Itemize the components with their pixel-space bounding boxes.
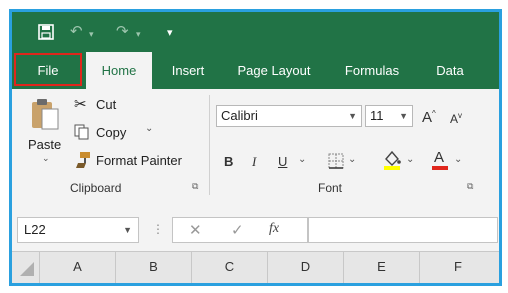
tab-formulas[interactable]: Formulas — [332, 52, 412, 89]
enter-icon[interactable]: ✓ — [231, 221, 244, 239]
font-size-select[interactable]: 11 ▼ — [365, 105, 413, 127]
borders-dropdown-icon[interactable]: ⌄ — [348, 151, 356, 169]
format-painter-icon[interactable] — [74, 151, 92, 174]
ribbon-tabs: File Home Insert Page Layout Formulas Da… — [12, 52, 499, 89]
formula-bar-grip-icon[interactable]: ⋮ — [152, 222, 164, 236]
customize-qat-icon[interactable]: ▾ — [167, 23, 173, 43]
cut-button[interactable]: Cut — [96, 97, 116, 112]
underline-button[interactable]: U — [278, 153, 287, 171]
font-size-dropdown-icon[interactable]: ▼ — [399, 106, 408, 126]
column-header-a[interactable]: A — [40, 252, 116, 283]
redo-icon[interactable]: ↷ — [116, 22, 129, 42]
paste-dropdown-icon[interactable]: ⌄ — [42, 153, 50, 164]
font-dialog-launcher-icon[interactable]: ⧉ — [467, 181, 473, 192]
underline-dropdown-icon[interactable]: ⌄ — [298, 151, 306, 169]
formula-bar: L22 ▼ ⋮ ✕ ✓ fx — [12, 209, 499, 251]
redo-dropdown-icon[interactable]: ▾ — [136, 24, 141, 44]
cancel-icon[interactable]: ✕ — [189, 221, 202, 239]
formula-input[interactable] — [308, 217, 498, 243]
cut-icon[interactable]: ✂ — [74, 95, 87, 113]
ribbon: Paste ⌄ ✂ Cut Copy ⌄ Format Painter Clip… — [12, 89, 499, 210]
undo-icon[interactable]: ↶ — [70, 22, 83, 42]
title-bar: ↶ ▾ ↷ ▾ ▾ — [12, 12, 499, 52]
font-group-label: Font — [318, 181, 343, 195]
font-name-select[interactable]: Calibri ▼ — [216, 105, 362, 127]
bold-button[interactable]: B — [224, 153, 233, 171]
column-header-b[interactable]: B — [116, 252, 192, 283]
name-box[interactable]: L22 ▼ — [17, 217, 139, 243]
select-all-button[interactable] — [12, 252, 40, 283]
clipboard-dialog-launcher-icon[interactable]: ⧉ — [192, 181, 198, 192]
name-box-dropdown-icon[interactable]: ▼ — [123, 218, 132, 242]
fill-color-icon[interactable] — [382, 149, 402, 176]
group-divider — [209, 95, 210, 195]
insert-function-button[interactable]: fx — [269, 221, 279, 237]
column-header-e[interactable]: E — [344, 252, 420, 283]
increase-font-size-button[interactable]: A^ — [422, 105, 436, 127]
tab-page-layout[interactable]: Page Layout — [224, 52, 324, 89]
column-headers: A B C D E F — [12, 251, 499, 283]
borders-icon[interactable] — [328, 153, 344, 174]
formula-buttons: ✕ ✓ fx — [172, 217, 308, 243]
fill-color-dropdown-icon[interactable]: ⌄ — [406, 151, 414, 169]
paste-button[interactable]: Paste — [28, 137, 61, 152]
file-tab-highlight — [14, 53, 82, 86]
italic-button[interactable]: I — [252, 153, 256, 171]
column-header-c[interactable]: C — [192, 252, 268, 283]
column-header-f[interactable]: F — [420, 252, 496, 283]
format-painter-button[interactable]: Format Painter — [96, 153, 182, 168]
paste-icon[interactable] — [30, 97, 60, 136]
font-name-dropdown-icon[interactable]: ▼ — [348, 106, 357, 126]
copy-button[interactable]: Copy — [96, 125, 126, 140]
save-icon[interactable] — [38, 24, 54, 46]
excel-window: ↶ ▾ ↷ ▾ ▾ File Home Insert Page Layout F… — [9, 9, 502, 286]
tab-insert[interactable]: Insert — [160, 52, 216, 89]
font-color-dropdown-icon[interactable]: ⌄ — [454, 151, 462, 169]
tab-home[interactable]: Home — [86, 52, 152, 89]
column-header-d[interactable]: D — [268, 252, 344, 283]
copy-icon[interactable] — [74, 124, 90, 145]
undo-dropdown-icon[interactable]: ▾ — [89, 24, 94, 44]
copy-dropdown-icon[interactable]: ⌄ — [145, 123, 153, 134]
clipboard-group-label: Clipboard — [70, 181, 122, 195]
font-color-icon[interactable]: A — [430, 149, 450, 171]
decrease-font-size-button[interactable]: Av — [450, 107, 462, 128]
tab-data[interactable]: Data — [422, 52, 478, 89]
